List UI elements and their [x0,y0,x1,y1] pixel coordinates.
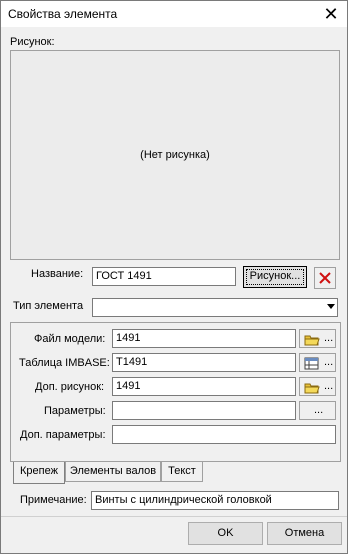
model-file-input[interactable]: 1491 [112,329,296,348]
parameters-browse-button[interactable]: ... [299,401,336,420]
focus-ring [246,269,304,285]
ok-button[interactable]: OK [188,522,263,545]
delete-x-icon [319,272,331,284]
close-icon[interactable]: ✕ [321,4,341,24]
cancel-button-label: Отмена [284,527,325,539]
extra-picture-input[interactable]: 1491 [112,377,296,396]
folder-icon [304,335,320,346]
imbase-table-input[interactable]: T1491 [112,353,296,372]
type-label: Тип элемента [13,300,84,312]
preview-label: Рисунок: [10,36,55,48]
tab-shaft-elements[interactable]: Элементы валов [65,462,161,482]
footer-divider [1,516,347,517]
imbase-table-browse-button[interactable]: ... [299,353,336,372]
tab-shaft-elements-label: Элементы валов [69,465,157,477]
note-input[interactable]: Винты с цилиндрической головкой [91,491,339,510]
imbase-table-label: Таблица IMBASE: [19,357,110,369]
tab-fastener-label: Крепеж [20,465,58,477]
note-label: Примечание: [20,494,87,506]
window-title: Свойства элемента [8,7,118,21]
extra-picture-more: ... [324,380,334,392]
name-label: Название: [31,268,84,280]
no-picture-text: (Нет рисунка) [140,149,210,161]
chevron-down-icon [327,304,335,309]
extra-picture-browse-button[interactable]: ... [299,377,336,396]
folder-icon [304,383,320,394]
type-select[interactable] [92,298,338,317]
properties-dialog: Свойства элемента ✕ Рисунок: (Нет рисунк… [0,0,348,554]
model-file-label: Файл модели: [34,333,106,345]
title-bar: Свойства элемента ✕ [1,1,347,27]
model-file-browse-button[interactable]: ... [299,329,336,348]
extra-parameters-input[interactable] [112,425,336,444]
cancel-button[interactable]: Отмена [267,522,342,545]
tab-text[interactable]: Текст [161,462,203,482]
model-file-more: ... [324,332,334,344]
picture-button[interactable]: Рисунок... [243,266,307,288]
imbase-table-more: ... [324,356,334,368]
parameters-label: Параметры: [44,405,106,417]
delete-picture-button[interactable] [314,267,336,289]
ok-button-label: OK [217,527,234,539]
tab-fastener[interactable]: Крепеж [13,462,65,484]
tab-text-label: Текст [168,465,196,477]
name-input[interactable]: ГОСТ 1491 [92,267,236,286]
table-icon [304,357,319,370]
extra-parameters-label: Доп. параметры: [20,429,106,441]
extra-picture-label: Доп. рисунок: [35,381,105,393]
picture-preview: (Нет рисунка) [10,50,340,260]
parameters-more: ... [314,404,324,416]
parameters-input[interactable] [112,401,296,420]
